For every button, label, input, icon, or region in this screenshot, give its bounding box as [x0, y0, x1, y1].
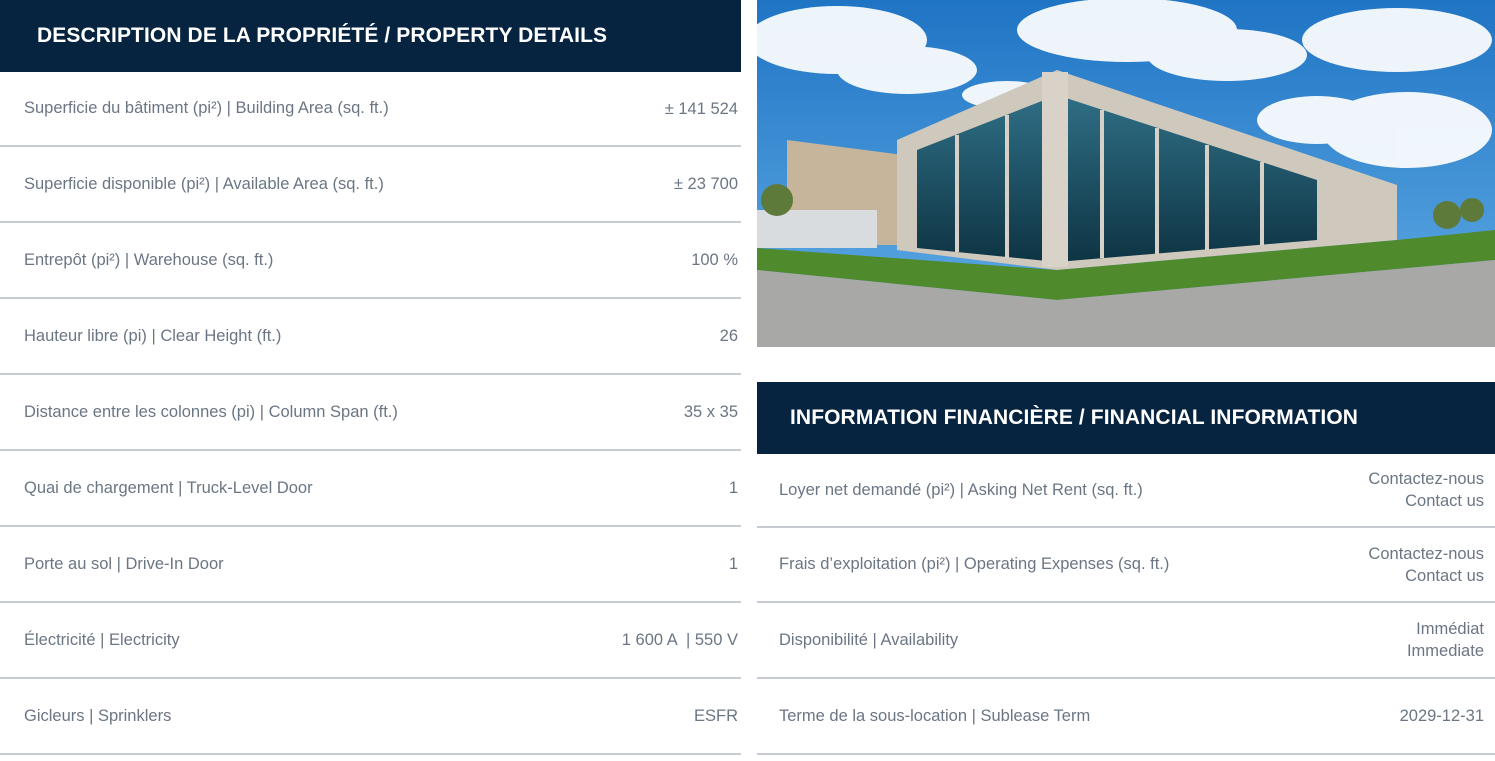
row-label: Électricité | Electricity [24, 630, 180, 649]
row-value: 100 % [691, 251, 738, 269]
property-row: Superficie disponible (pi²) | Available … [0, 147, 741, 223]
row-value-en: Contact us [1405, 492, 1484, 510]
row-value: 2029-12-31 [1399, 707, 1484, 725]
financial-info-header: INFORMATION FINANCIÈRE / FINANCIAL INFOR… [757, 382, 1495, 454]
row-value: ± 23 700 [673, 175, 738, 193]
row-value-en: Contact us [1405, 566, 1484, 585]
row-label: Terme de la sous-location | Sublease Ter… [779, 706, 1091, 725]
row-value: 1 600 A | 550 V [621, 631, 738, 649]
row-value: ESFR [693, 707, 738, 725]
financial-row: Loyer net demandé (pi²) | Asking Net Ren… [757, 454, 1495, 528]
property-details-title: DESCRIPTION DE LA PROPRIÉTÉ / PROPERTY D… [37, 24, 608, 47]
row-value: Contactez-nous Contact us [1368, 543, 1484, 587]
property-row: Porte au sol | Drive-In Door 1 [0, 527, 741, 603]
property-row: Distance entre les colonnes (pi) | Colum… [0, 375, 741, 451]
row-value: Contactez-nous Contact us [1368, 468, 1484, 512]
building-photo [757, 0, 1495, 347]
row-value: ± 141 524 [664, 99, 738, 118]
financial-info-title: INFORMATION FINANCIÈRE / FINANCIAL INFOR… [790, 406, 1359, 429]
row-value: 26 [719, 327, 738, 345]
row-label: Quai de chargement | Truck-Level Door [24, 478, 313, 497]
row-value-fr: Immédiat [1416, 620, 1484, 638]
row-label: Gicleurs | Sprinklers [24, 706, 172, 725]
property-row: Gicleurs | Sprinklers ESFR [0, 679, 741, 755]
row-value: 35 x 35 [683, 403, 738, 421]
row-value-en: Immediate [1406, 642, 1484, 660]
property-row: Hauteur libre (pi) | Clear Height (ft.) … [0, 299, 741, 375]
row-value: 1 [728, 555, 738, 573]
row-value: Immédiat Immediate [1407, 618, 1484, 662]
row-label: Porte au sol | Drive-In Door [24, 554, 224, 573]
row-label: Disponibilité | Availability [779, 630, 959, 649]
row-label: Entrepôt (pi²) | Warehouse (sq. ft.) [24, 250, 274, 269]
property-row: Quai de chargement | Truck-Level Door 1 [0, 451, 741, 527]
row-label: Hauteur libre (pi) | Clear Height (ft.) [24, 326, 282, 345]
row-label: Superficie du bâtiment (pi²) | Building … [24, 99, 389, 117]
financial-row: Disponibilité | Availability Immédiat Im… [757, 603, 1495, 679]
financial-row: Frais d’exploitation (pi²) | Operating E… [757, 528, 1495, 603]
row-label: Distance entre les colonnes (pi) | Colum… [24, 402, 398, 421]
row-label: Superficie disponible (pi²) | Available … [24, 174, 384, 193]
row-value: 1 [728, 479, 738, 497]
property-row: Entrepôt (pi²) | Warehouse (sq. ft.) 100… [0, 223, 741, 299]
row-value-fr: Contactez-nous [1368, 544, 1484, 563]
property-row: Superficie du bâtiment (pi²) | Building … [0, 72, 741, 147]
row-value-fr: Contactez-nous [1368, 470, 1484, 488]
row-label: Frais d’exploitation (pi²) | Operating E… [779, 555, 1170, 573]
property-row: Électricité | Electricity 1 600 A | 550 … [0, 603, 741, 679]
row-label: Loyer net demandé (pi²) | Asking Net Ren… [779, 480, 1143, 499]
property-details-header: DESCRIPTION DE LA PROPRIÉTÉ / PROPERTY D… [0, 0, 741, 72]
financial-row: Terme de la sous-location | Sublease Ter… [757, 679, 1495, 755]
